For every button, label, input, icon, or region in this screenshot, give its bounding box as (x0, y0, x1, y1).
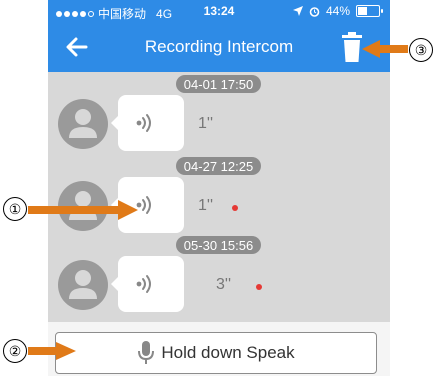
hold-to-speak-button[interactable]: Hold down Speak (55, 332, 377, 374)
speak-button-label: Hold down Speak (161, 343, 295, 362)
phone-screen: 中国移动 4G 13:24 44% Recording Intercom 04-… (48, 0, 390, 376)
message-timestamp: 04-27 12:25 (176, 157, 261, 175)
battery-icon (356, 5, 383, 17)
message-duration: 1'' (198, 115, 214, 132)
unread-indicator (256, 284, 262, 290)
callout-label-2: ② (3, 339, 27, 363)
message-timestamp: 05-30 15:56 (176, 236, 261, 254)
bottom-bar: Hold down Speak (48, 322, 390, 376)
page-title: Recording Intercom (144, 37, 294, 56)
message-timestamp: 04-01 17:50 (176, 75, 261, 93)
unread-indicator (232, 205, 238, 211)
navigation-bar: Recording Intercom (48, 22, 390, 72)
message-duration: 1'' (198, 197, 214, 214)
callout-arrow-3-icon (362, 40, 408, 58)
message-duration: 3'' (216, 276, 232, 293)
status-right: 44% (292, 4, 383, 18)
callout-arrow-1-icon (28, 200, 138, 220)
avatar-icon (58, 99, 108, 149)
microphone-icon (138, 341, 155, 364)
callout-label-3: ③ (409, 38, 433, 62)
avatar-icon (58, 260, 108, 310)
voice-wave-icon (136, 275, 151, 293)
battery-percent: 44% (325, 4, 350, 18)
trash-icon[interactable] (342, 32, 362, 62)
callout-label-1: ① (3, 197, 27, 221)
alarm-icon (309, 6, 320, 17)
location-arrow-icon (292, 6, 303, 16)
voice-bubble[interactable] (111, 256, 184, 312)
status-bar: 中国移动 4G 13:24 44% (48, 0, 390, 22)
voice-wave-icon (136, 114, 151, 132)
callout-arrow-2-icon (28, 342, 76, 360)
voice-bubble[interactable] (111, 95, 184, 151)
